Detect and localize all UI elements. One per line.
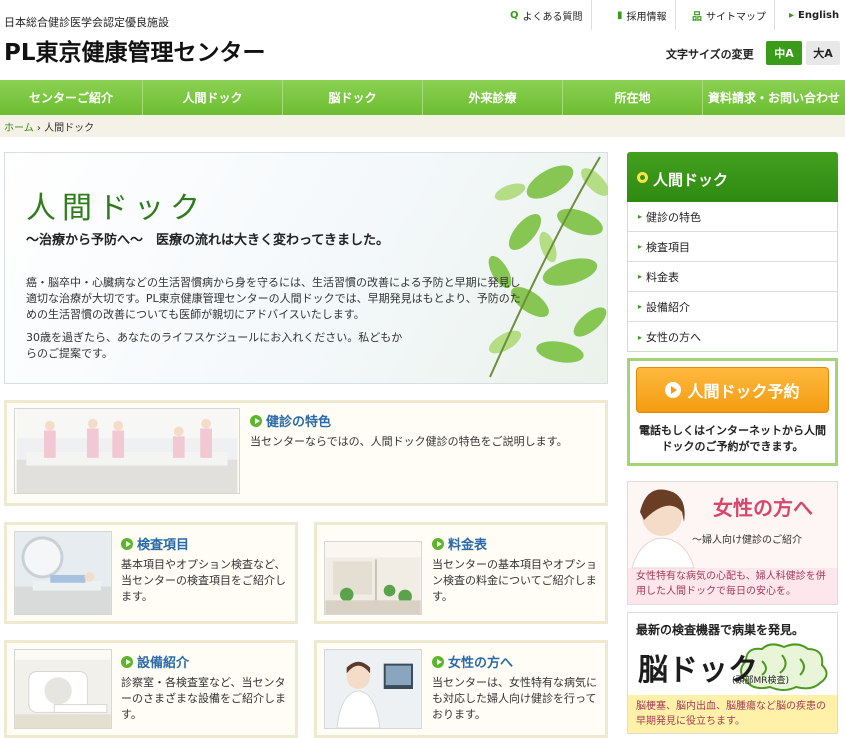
card-women-title[interactable]: 女性の方へ [432,652,513,671]
reserve-button[interactable]: 人間ドック予約 [636,367,829,413]
recruit-link[interactable]: ▮ 採用情報 [609,0,676,30]
arrow-circle-icon [121,655,133,668]
sidebar-title: 人間ドック [653,171,729,189]
arrow-circle-icon [432,655,444,668]
card-equipment-title[interactable]: 設備紹介 [121,652,189,671]
breadcrumb-current: 人間ドック [44,123,95,134]
nav-item-checkup[interactable]: 人間ドック [143,80,283,115]
sidebar-item-features[interactable]: ▸ 健診の特色 [628,202,837,232]
breadcrumb-home-link[interactable]: ホーム [4,123,34,134]
brain-banner-desc: 脳梗塞、脳内出血、脳腫瘍など脳の疾患の早期発見に役立ちます。 [636,701,826,727]
person-icon: ▮ [617,9,623,21]
nav-item-location[interactable]: 所在地 [563,80,703,115]
certification-text: 日本総合健診医学会認定優良施設 [4,16,169,29]
hero-paragraph-2: 30歳を過ぎたら、あなたのライフスケジュールにお入れください。私どもからのご提案… [26,331,403,360]
card-features-desc: 当センターならではの、人間ドック健診の特色をご説明します。 [250,435,568,448]
arrow-circle-icon [250,414,262,427]
sitemap-link[interactable]: 品 サイトマップ [684,0,775,30]
chevron-right-icon: ▸ [638,272,643,281]
women-banner-desc: 女性特有な病気の心配も、婦人科健診を併用した人間ドックで毎日の安心を。 [636,571,826,597]
doctor-photo [324,649,422,729]
arrow-circle-icon [121,537,133,550]
sidebar-item-equipment[interactable]: ▸ 設備紹介 [628,292,837,322]
card-features-title[interactable]: 健診の特色 [250,411,331,430]
sidebar-item-women[interactable]: ▸ 女性の方へ [628,322,837,352]
arrow-circle-icon [432,537,444,550]
font-size-medium-button[interactable]: 中A [766,41,802,65]
nav-item-outpatient[interactable]: 外来診療 [423,80,563,115]
women-banner-title: 女性の方へ [713,496,813,520]
hero-subtitle: ～治療から予防へ～ 医療の流れは大きく変わってきました。 [26,233,389,248]
arrow-icon: ▸ [789,9,795,21]
breadcrumb-separator: › [36,123,41,134]
brain-banner-badge: (頭部MR検査) [732,676,790,686]
brain-dock-banner[interactable]: 最新の検査機器で病巣を発見。 脳ドック (頭部MR検査) 脳梗塞、脳内出血、脳腫… [627,612,838,734]
sidebar-menu: ▸ 健診の特色 ▸ 検査項目 ▸ 料金表 ▸ 設備紹介 ▸ 女性の方へ [627,202,838,352]
card-items-title[interactable]: 検査項目 [121,534,189,553]
leaves-illustration [488,156,608,378]
women-banner-sub: ～婦人向け健診のご紹介 [692,535,802,546]
card-fees-desc: 当センターの基本項目やオプション検査の料金についてご紹介します。 [432,558,597,603]
font-size-label: 文字サイズの変更 [666,48,754,61]
nav-item-about[interactable]: センターご紹介 [0,80,143,115]
card-items-desc: 基本項目やオプション検査など、当センターの検査項目をご紹介します。 [121,558,286,603]
global-nav: センターご紹介 人間ドック 脳ドック 外来診療 所在地 資料請求・お問い合わせ [0,80,845,115]
card-equipment-desc: 診察室・各検査室など、当センターのさまざまな設備をご紹介します。 [121,676,286,721]
lobby-photo [324,541,422,615]
reception-photo [14,408,240,494]
reservation-text: 電話もしくはインターネットから人間ドックのご予約ができます。 [639,424,826,453]
site-logo[interactable]: PL東京健康管理センター [4,33,266,67]
brain-banner-top: 最新の検査機器で病巣を発見。 [636,623,805,637]
chevron-right-icon: ▸ [638,302,643,311]
card-fees-title[interactable]: 料金表 [432,534,487,553]
faq-link[interactable]: Q よくある質問 [502,0,592,30]
breadcrumb: ホーム › 人間ドック [4,119,94,134]
hero-title: 人間ドック [26,191,206,226]
english-link[interactable]: ▸ English [781,0,845,30]
arrow-circle-icon [665,382,682,398]
women-banner[interactable]: 女性の方へ ～婦人向け健診のご紹介 女性特有な病気の心配も、婦人科健診を併用した… [627,481,838,605]
chevron-right-icon: ▸ [638,212,643,221]
hero-paragraph-1: 癌・脳卒中・心臓病などの生活習慣病から身を守るには、生活習慣の改善による予防と早… [26,276,521,321]
ring-icon [637,172,648,183]
chevron-right-icon: ▸ [638,242,643,251]
sidebar-item-fees[interactable]: ▸ 料金表 [628,262,837,292]
breadcrumb-bar [0,115,845,137]
search-icon: Q [510,9,519,21]
chevron-right-icon: ▸ [638,332,643,342]
sidebar-item-exam-items[interactable]: ▸ 検査項目 [628,232,837,262]
sitemap-icon: 品 [692,11,702,23]
nav-item-brain-dock[interactable]: 脳ドック [283,80,423,115]
nav-item-contact[interactable]: 資料請求・お問い合わせ [703,80,845,115]
card-women-desc: 当センターは、女性特有な病気にも対応した婦人向け健診を行っております。 [432,676,597,721]
font-size-large-button[interactable]: 大A [806,41,840,65]
mri-room-photo [14,649,112,729]
exam-photo [14,531,112,615]
